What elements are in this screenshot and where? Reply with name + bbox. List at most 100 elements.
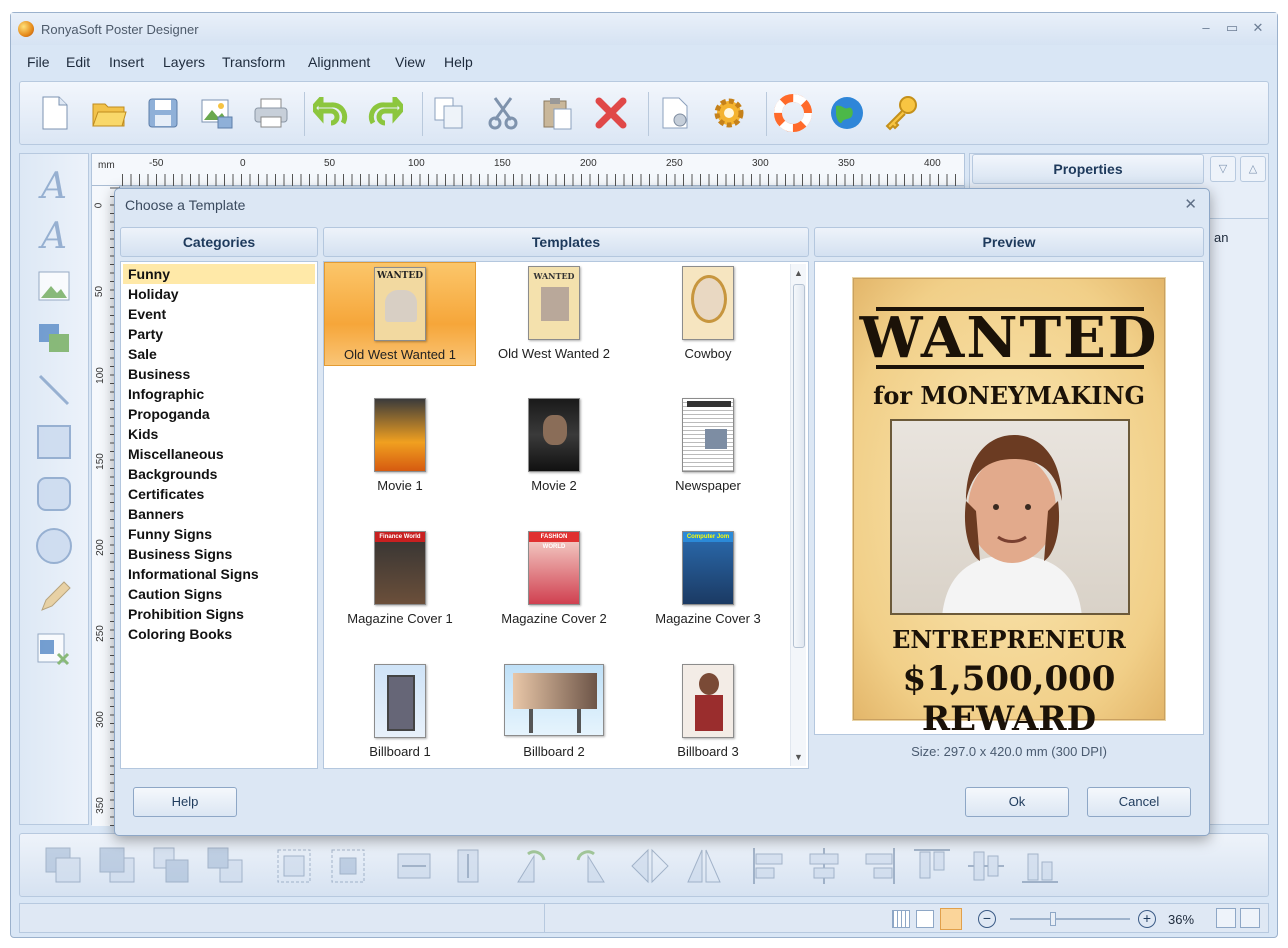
art-text-tool-icon[interactable]: A bbox=[34, 216, 74, 257]
scroll-down-icon[interactable]: ▼ bbox=[794, 752, 803, 762]
pencil-tool-icon[interactable] bbox=[34, 578, 74, 618]
image-tool-icon[interactable] bbox=[34, 266, 74, 306]
template-item[interactable]: Billboard 1 bbox=[324, 660, 476, 764]
delete-icon[interactable] bbox=[592, 94, 630, 132]
flip-vertical-icon[interactable] bbox=[684, 846, 724, 886]
copy-icon[interactable] bbox=[430, 94, 468, 132]
zoom-out-icon[interactable]: − bbox=[978, 910, 996, 928]
template-item[interactable]: FASHION WORLD Magazine Cover 2 bbox=[478, 527, 630, 631]
template-item[interactable]: Movie 2 bbox=[478, 394, 630, 498]
line-tool-icon[interactable] bbox=[34, 370, 74, 410]
category-item[interactable]: Caution Signs bbox=[123, 584, 315, 604]
template-scrollbar[interactable]: ▲ ▼ bbox=[790, 264, 806, 766]
maximize-icon[interactable]: ▭ bbox=[1223, 20, 1241, 36]
send-backward-icon[interactable] bbox=[206, 846, 246, 886]
properties-title[interactable]: Properties bbox=[972, 154, 1204, 184]
chevron-up-icon[interactable]: △ bbox=[1240, 156, 1266, 182]
menu-layers[interactable]: Layers bbox=[163, 54, 205, 70]
align-middle-icon[interactable] bbox=[966, 846, 1006, 886]
rotate-right-icon[interactable] bbox=[568, 846, 608, 886]
template-item[interactable]: WANTED Old West Wanted 2 bbox=[478, 262, 630, 366]
category-item[interactable]: Event bbox=[123, 304, 315, 324]
category-item[interactable]: Party bbox=[123, 324, 315, 344]
minimize-icon[interactable]: – bbox=[1197, 20, 1215, 35]
new-document-icon[interactable] bbox=[36, 94, 74, 132]
align-bottom-icon[interactable] bbox=[1020, 846, 1060, 886]
close-window-icon[interactable]: ✕ bbox=[1249, 20, 1267, 36]
menu-edit[interactable]: Edit bbox=[66, 54, 90, 70]
group-icon[interactable] bbox=[274, 846, 314, 886]
chevron-down-icon[interactable]: ▽ bbox=[1210, 156, 1236, 182]
align-center-icon[interactable] bbox=[804, 846, 844, 886]
help-button[interactable]: Help bbox=[133, 787, 237, 817]
template-item[interactable]: Cowboy bbox=[632, 262, 784, 366]
save-icon[interactable] bbox=[144, 94, 182, 132]
template-item[interactable]: Billboard 3 bbox=[632, 660, 784, 764]
same-width-icon[interactable] bbox=[394, 846, 434, 886]
cut-icon[interactable] bbox=[484, 94, 522, 132]
menu-file[interactable]: File bbox=[27, 54, 50, 70]
rectangle-tool-icon[interactable] bbox=[34, 422, 74, 462]
template-item[interactable]: Newspaper bbox=[632, 394, 784, 498]
category-item[interactable]: Sale bbox=[123, 344, 315, 364]
export-image-icon[interactable] bbox=[198, 94, 236, 132]
menu-insert[interactable]: Insert bbox=[109, 54, 144, 70]
template-item[interactable]: Finance World Magazine Cover 1 bbox=[324, 527, 476, 631]
category-item[interactable]: Business bbox=[123, 364, 315, 384]
align-top-icon[interactable] bbox=[912, 846, 952, 886]
text-tool-icon[interactable]: A bbox=[34, 166, 74, 207]
page-settings-icon[interactable] bbox=[656, 94, 694, 132]
zoom-slider[interactable] bbox=[1010, 918, 1130, 920]
fit-width-icon[interactable] bbox=[1240, 908, 1260, 928]
ruler-toggle-icon[interactable] bbox=[940, 908, 962, 930]
cancel-button[interactable]: Cancel bbox=[1087, 787, 1191, 817]
send-to-back-icon[interactable] bbox=[98, 846, 138, 886]
redo-icon[interactable] bbox=[366, 94, 404, 132]
category-item[interactable]: Informational Signs bbox=[123, 564, 315, 584]
category-item[interactable]: Banners bbox=[123, 504, 315, 524]
ellipse-tool-icon[interactable] bbox=[34, 526, 74, 566]
options-gear-icon[interactable] bbox=[710, 94, 748, 132]
web-globe-icon[interactable] bbox=[828, 94, 866, 132]
menu-view[interactable]: View bbox=[395, 54, 425, 70]
clipart-tool-icon[interactable] bbox=[34, 318, 74, 358]
ungroup-icon[interactable] bbox=[328, 846, 368, 886]
print-icon[interactable] bbox=[252, 94, 290, 132]
help-lifebuoy-icon[interactable] bbox=[774, 94, 812, 132]
category-item[interactable]: Certificates bbox=[123, 484, 315, 504]
scroll-up-icon[interactable]: ▲ bbox=[794, 268, 803, 278]
undo-icon[interactable] bbox=[312, 94, 350, 132]
category-item[interactable]: Miscellaneous bbox=[123, 444, 315, 464]
template-item[interactable]: Computer Jom Magazine Cover 3 bbox=[632, 527, 784, 631]
align-right-icon[interactable] bbox=[858, 846, 898, 886]
close-icon[interactable]: ✕ bbox=[1184, 195, 1197, 213]
menu-alignment[interactable]: Alignment bbox=[308, 54, 370, 70]
category-item[interactable]: Business Signs bbox=[123, 544, 315, 564]
category-item[interactable]: Prohibition Signs bbox=[123, 604, 315, 624]
rotate-left-icon[interactable] bbox=[514, 846, 554, 886]
category-item-funny[interactable]: Funny bbox=[123, 264, 315, 284]
menu-transform[interactable]: Transform bbox=[222, 54, 285, 70]
align-left-icon[interactable] bbox=[750, 846, 790, 886]
category-item[interactable]: Infographic bbox=[123, 384, 315, 404]
category-item[interactable]: Backgrounds bbox=[123, 464, 315, 484]
flip-horizontal-icon[interactable] bbox=[630, 846, 670, 886]
bring-forward-icon[interactable] bbox=[152, 846, 192, 886]
zoom-in-icon[interactable]: + bbox=[1138, 910, 1156, 928]
grid-toggle-icon[interactable] bbox=[892, 910, 910, 928]
zoom-slider-thumb[interactable] bbox=[1050, 912, 1056, 926]
scroll-thumb[interactable] bbox=[793, 284, 805, 648]
template-item-old-west-wanted-1[interactable]: WANTED Old West Wanted 1 bbox=[324, 262, 476, 366]
bring-to-front-icon[interactable] bbox=[44, 846, 84, 886]
register-key-icon[interactable] bbox=[882, 94, 920, 132]
category-item[interactable]: Coloring Books bbox=[123, 624, 315, 644]
ok-button[interactable]: Ok bbox=[965, 787, 1069, 817]
fit-page-icon[interactable] bbox=[1216, 908, 1236, 928]
word-import-icon[interactable] bbox=[34, 630, 74, 670]
template-item[interactable]: Billboard 2 bbox=[478, 660, 630, 764]
open-folder-icon[interactable] bbox=[90, 94, 128, 132]
template-item[interactable]: Movie 1 bbox=[324, 394, 476, 498]
category-item[interactable]: Propoganda bbox=[123, 404, 315, 424]
category-item[interactable]: Funny Signs bbox=[123, 524, 315, 544]
paste-icon[interactable] bbox=[538, 94, 576, 132]
